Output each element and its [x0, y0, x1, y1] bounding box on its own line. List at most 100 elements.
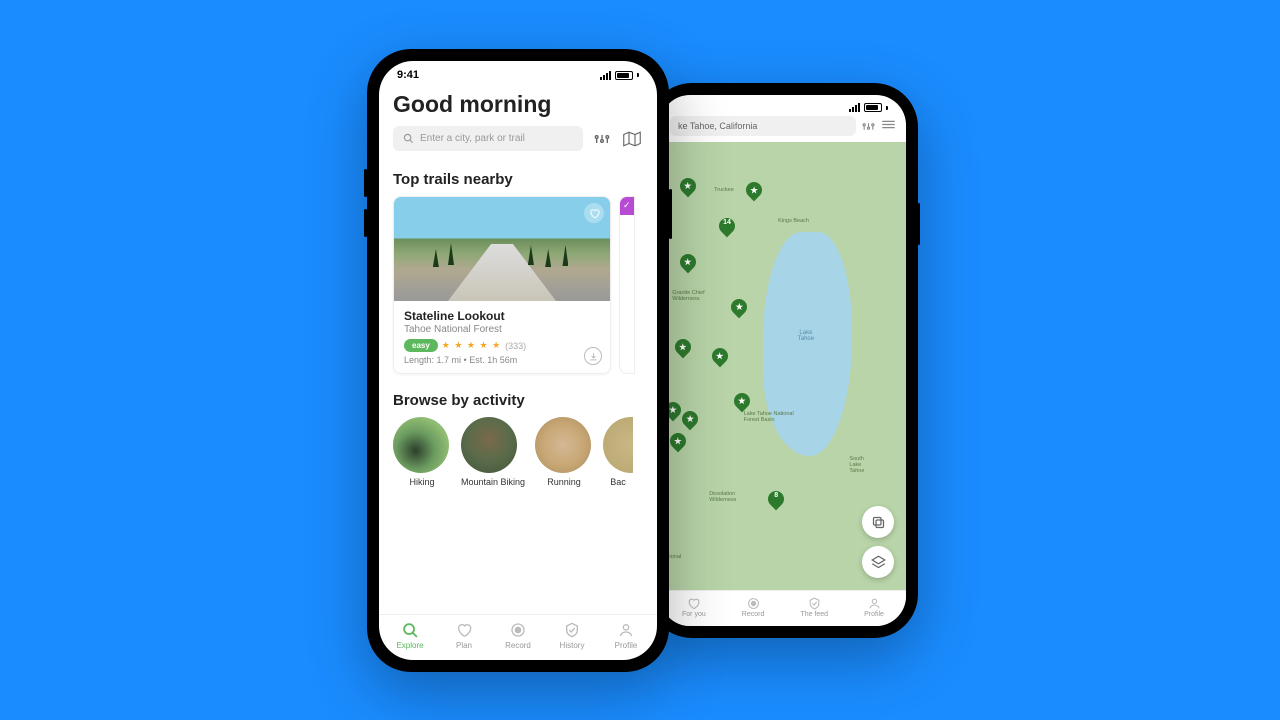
tab-label: Profile — [864, 611, 884, 618]
screen-explore: 9:41 Good morning Enter a city, park or … — [379, 61, 657, 660]
statusbar — [660, 95, 906, 116]
tab-profile[interactable]: Profile — [599, 621, 653, 650]
sliders-icon — [862, 120, 875, 133]
tab-foryou[interactable]: For you — [682, 596, 706, 618]
screen-map: ke Tahoe, California Lake Tahoe Truckee … — [660, 95, 906, 626]
battery-icon — [615, 71, 633, 80]
signal-icon — [849, 103, 860, 112]
search-icon — [403, 133, 414, 144]
tabbar: Explore Plan Record History Profile — [379, 614, 657, 660]
search-placeholder: Enter a city, park or trail — [420, 133, 525, 144]
map-pin[interactable] — [680, 178, 696, 198]
map-pin[interactable] — [712, 348, 728, 368]
tab-profile[interactable]: Profile — [864, 596, 884, 618]
tabbar: For you Record The feed Profile — [660, 590, 906, 626]
tab-label: Explore — [396, 641, 423, 650]
map-label-granite: Granite Chief Wilderness — [672, 290, 704, 302]
review-count: (333) — [505, 341, 526, 351]
search-input[interactable]: Enter a city, park or trail — [393, 126, 583, 151]
activity-image — [535, 417, 591, 473]
map-filter-button[interactable] — [862, 120, 875, 133]
map-pin[interactable] — [734, 393, 750, 413]
map-pin[interactable] — [675, 339, 691, 359]
tab-label: The feed — [800, 611, 828, 618]
activity-mountain-biking[interactable]: Mountain Biking — [461, 417, 525, 487]
record-icon — [510, 622, 526, 638]
map-list-button[interactable] — [881, 120, 896, 133]
map-label-desolation: Desolation Wilderness — [709, 491, 736, 503]
difficulty-badge: easy — [404, 339, 438, 352]
trail-name: Stateline Lookout — [404, 309, 600, 323]
trail-carousel[interactable]: Stateline Lookout Tahoe National Forest … — [393, 196, 643, 374]
map-icon — [623, 131, 641, 147]
tab-feed[interactable]: The feed — [800, 596, 828, 618]
activity-image — [603, 417, 633, 473]
volume-up-button[interactable] — [364, 169, 367, 197]
map-pin-cluster[interactable] — [719, 218, 735, 238]
trail-card[interactable]: Stateline Lookout Tahoe National Forest … — [393, 196, 611, 374]
trail-card-next[interactable] — [619, 196, 635, 374]
activity-label: Bac — [603, 477, 633, 487]
map-label-southlake: South Lake Tahoe — [849, 456, 864, 474]
map-pin[interactable] — [731, 299, 747, 319]
map-canvas[interactable]: Lake Tahoe Truckee Kings Beach Granite C… — [660, 142, 906, 590]
check-shield-icon — [808, 597, 821, 610]
tab-explore[interactable]: Explore — [383, 621, 437, 650]
activity-label: Mountain Biking — [461, 477, 525, 487]
tab-label: History — [560, 641, 585, 650]
section-top-trails: Top trails nearby — [393, 171, 643, 188]
battery-icon — [864, 103, 882, 112]
power-button[interactable] — [918, 203, 920, 245]
tab-record[interactable]: Record — [491, 621, 545, 650]
trail-length: Length: 1.7 mi • Est. 1h 56m — [404, 355, 600, 365]
tab-record[interactable]: Record — [742, 596, 765, 618]
statusbar: 9:41 — [379, 61, 657, 85]
phone-explore: 9:41 Good morning Enter a city, park or … — [367, 49, 669, 672]
heart-icon — [687, 597, 700, 610]
tab-history[interactable]: History — [545, 621, 599, 650]
copy-icon — [871, 515, 886, 530]
activity-label: Hiking — [393, 477, 451, 487]
filter-button[interactable] — [591, 128, 613, 150]
user-icon — [618, 622, 634, 638]
search-row: Enter a city, park or trail — [393, 126, 643, 151]
activity-hiking[interactable]: Hiking — [393, 417, 451, 487]
signal-icon — [600, 71, 611, 80]
map-search-row: ke Tahoe, California — [660, 116, 906, 142]
layers-button[interactable] — [862, 546, 894, 578]
favorite-button[interactable] — [584, 203, 604, 223]
map-search-input[interactable]: ke Tahoe, California — [670, 116, 856, 136]
activity-carousel[interactable]: Hiking Mountain Biking Running Bac — [393, 417, 643, 487]
map-label-basin: Lake Tahoe National Forest Basin — [744, 411, 794, 423]
activity-image — [461, 417, 517, 473]
map-pin[interactable] — [680, 254, 696, 274]
map-pin-cluster[interactable] — [768, 491, 784, 511]
activity-backpacking[interactable]: Bac — [603, 417, 633, 487]
phone-map: ke Tahoe, California Lake Tahoe Truckee … — [648, 83, 918, 638]
clock-label: 9:41 — [397, 69, 419, 81]
user-icon — [868, 597, 881, 610]
heart-icon — [589, 208, 600, 219]
activity-label: Running — [535, 477, 593, 487]
map-pin[interactable] — [746, 182, 762, 202]
map-view-button[interactable] — [621, 128, 643, 150]
status-icons — [600, 71, 639, 80]
tab-label: Plan — [456, 641, 472, 650]
star-rating: ★ ★ ★ ★ ★ — [442, 340, 501, 351]
map-pin[interactable] — [682, 411, 698, 431]
record-icon — [747, 597, 760, 610]
recenter-button[interactable] — [862, 506, 894, 538]
map-pin[interactable] — [670, 433, 686, 453]
download-icon — [589, 352, 598, 361]
power-button[interactable] — [669, 189, 672, 239]
download-button[interactable] — [584, 347, 602, 365]
tab-plan[interactable]: Plan — [437, 621, 491, 650]
layers-icon — [871, 555, 886, 570]
volume-down-button[interactable] — [364, 209, 367, 237]
lake-label: Lake Tahoe — [798, 330, 814, 342]
tab-label: Record — [505, 641, 531, 650]
activity-running[interactable]: Running — [535, 417, 593, 487]
trail-location: Tahoe National Forest — [404, 324, 600, 335]
status-icons — [849, 103, 888, 112]
heart-icon — [456, 622, 472, 638]
